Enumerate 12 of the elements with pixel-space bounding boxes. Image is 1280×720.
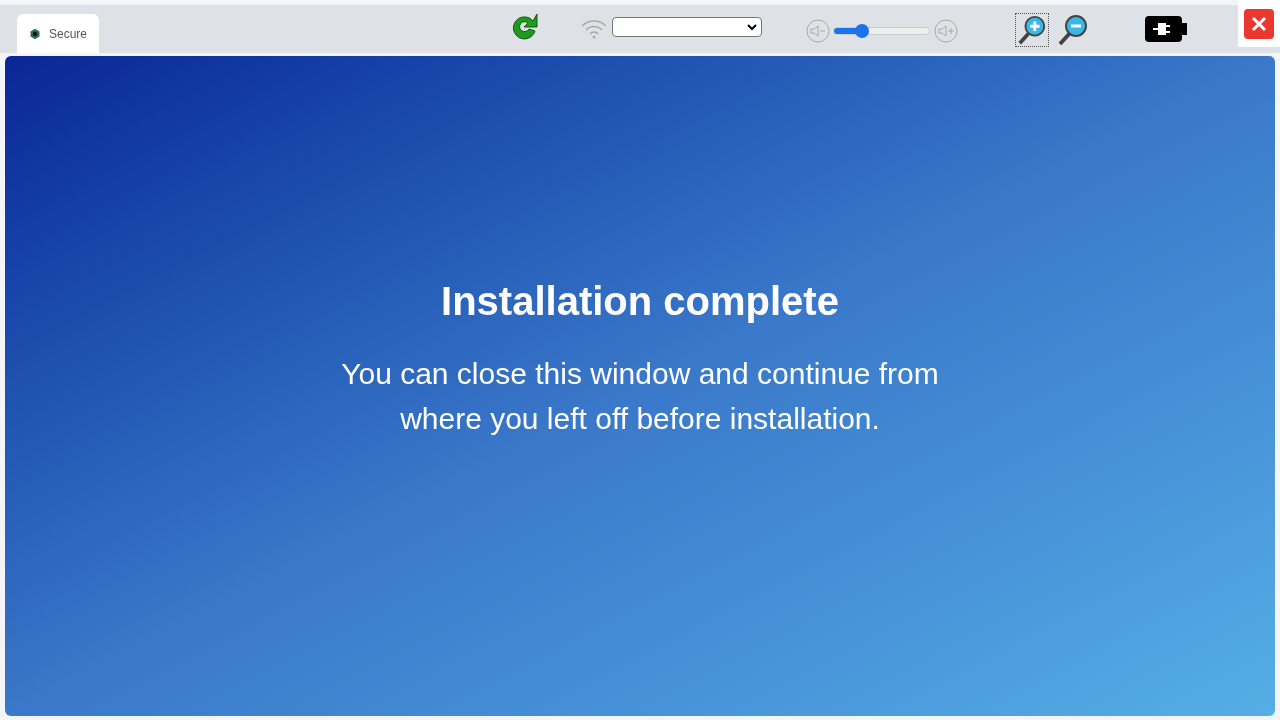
heading: Installation complete <box>441 278 839 325</box>
browser-tab[interactable]: Secure <box>17 14 99 53</box>
volume-slider[interactable] <box>833 23 930 39</box>
zoom-out-icon[interactable] <box>1056 13 1090 47</box>
close-button[interactable] <box>1244 8 1274 39</box>
zoom-in-icon[interactable] <box>1015 13 1049 47</box>
chevron-down-icon <box>747 23 757 31</box>
network-dropdown[interactable] <box>612 17 762 37</box>
close-icon <box>1251 15 1267 32</box>
power-plug-icon[interactable] <box>1145 16 1187 42</box>
message-text: You can close this window and continue from where you left off before installation. <box>340 356 940 437</box>
tab-title: Secure <box>48 25 87 43</box>
